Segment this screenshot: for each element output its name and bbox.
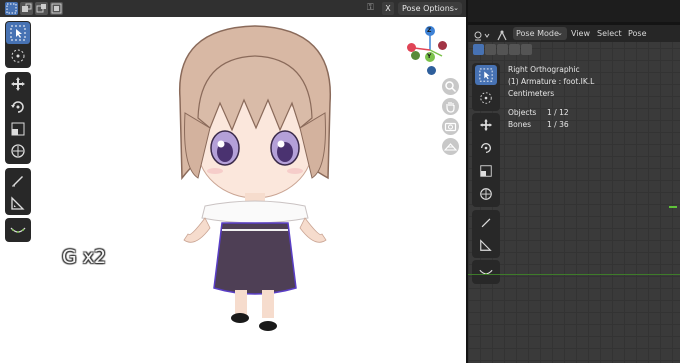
- transform-tool[interactable]: [6, 140, 30, 162]
- zoom-icon[interactable]: [442, 78, 459, 95]
- select-subtract-icon[interactable]: [35, 2, 48, 15]
- hand-icon[interactable]: [442, 98, 459, 115]
- relax-pose-tool[interactable]: [6, 219, 30, 241]
- bones-value: 1 / 36: [547, 120, 569, 129]
- bone-marker[interactable]: [669, 206, 677, 208]
- pose-tool-group: [5, 218, 31, 242]
- select-mode-icon[interactable]: [473, 44, 484, 55]
- left-3d-viewport[interactable]: G x2 Z Y: [0, 0, 466, 363]
- transform-tool[interactable]: [475, 184, 497, 204]
- move-tool[interactable]: [475, 115, 497, 135]
- view-name-text: Right Orthographic: [508, 65, 580, 74]
- lock-icon[interactable]: ⚿: [367, 2, 379, 15]
- select-tool-group: [5, 21, 31, 68]
- measure-tool[interactable]: [475, 235, 497, 255]
- select-intersect-icon[interactable]: [521, 44, 532, 55]
- right-top-strip: [468, 0, 680, 22]
- menu-select[interactable]: Select: [597, 25, 622, 42]
- units-text: Centimeters: [508, 89, 555, 98]
- annotate-tool[interactable]: [475, 212, 497, 232]
- navigation-gizmo[interactable]: Z Y: [404, 24, 452, 76]
- select-extend-icon[interactable]: [485, 44, 496, 55]
- chevron-down-icon: ⌄: [453, 4, 459, 12]
- rotate-tool[interactable]: [6, 96, 30, 118]
- cursor-tool[interactable]: [6, 45, 30, 67]
- pose-options-label: Pose Options: [402, 4, 454, 13]
- right-pose-tool-group: [472, 260, 500, 284]
- neg-x-axis-dot[interactable]: [438, 41, 447, 50]
- annotate-tool-group: [5, 168, 31, 215]
- scale-tool[interactable]: [475, 161, 497, 181]
- right-annotate-tool-group: [472, 210, 500, 258]
- shortcut-caption: G x2: [62, 246, 107, 268]
- select-extend-icon[interactable]: [20, 2, 33, 15]
- bones-label: Bones: [508, 120, 532, 129]
- menu-view[interactable]: View: [571, 25, 590, 42]
- y-axis-line: [468, 274, 680, 275]
- neg-z-axis-dot[interactable]: [427, 66, 436, 75]
- right-transform-tool-group: [472, 113, 500, 207]
- right-viewport-header: Pose Mode ⌄ View Select Pose: [468, 25, 680, 42]
- measure-tool[interactable]: [6, 192, 30, 214]
- move-tool[interactable]: [6, 73, 30, 95]
- pose-mode-icon: [495, 27, 509, 41]
- scale-tool[interactable]: [6, 118, 30, 140]
- objects-value: 1 / 12: [547, 108, 569, 117]
- pose-options-dropdown[interactable]: Pose Options ⌄: [398, 2, 462, 15]
- x-button[interactable]: X: [382, 2, 394, 15]
- select-invert-icon[interactable]: [50, 2, 63, 15]
- objects-label: Objects: [508, 108, 537, 117]
- chevron-down-icon: ⌄: [557, 29, 563, 37]
- select-invert-icon[interactable]: [509, 44, 520, 55]
- grid-icon[interactable]: [442, 138, 459, 155]
- armature-text: (1) Armature : foot.IK.L: [508, 77, 595, 86]
- relax-pose-tool[interactable]: [475, 262, 497, 282]
- mode-select[interactable]: Pose Mode ⌄: [513, 27, 567, 40]
- select-subtract-icon[interactable]: [497, 44, 508, 55]
- y-axis-dot[interactable]: Y: [425, 52, 435, 62]
- z-axis-dot[interactable]: Z: [425, 26, 435, 36]
- neg-y-axis-dot[interactable]: [411, 51, 420, 60]
- editor-type-icon[interactable]: [473, 27, 491, 41]
- select-mode-icon[interactable]: [5, 2, 18, 15]
- cursor-tool[interactable]: [475, 88, 497, 108]
- select-box-tool[interactable]: [475, 65, 497, 85]
- left-viewport-header: ⚿ X Pose Options ⌄: [0, 0, 466, 17]
- select-box-tool[interactable]: [6, 22, 30, 44]
- selection-mode-group: [473, 44, 533, 57]
- transform-tool-group: [5, 72, 31, 164]
- menu-pose[interactable]: Pose: [628, 25, 647, 42]
- character-model[interactable]: [160, 18, 350, 338]
- annotate-tool[interactable]: [6, 169, 30, 191]
- rotate-tool[interactable]: [475, 138, 497, 158]
- right-select-tool-group: [472, 63, 500, 111]
- camera-icon[interactable]: [442, 118, 459, 135]
